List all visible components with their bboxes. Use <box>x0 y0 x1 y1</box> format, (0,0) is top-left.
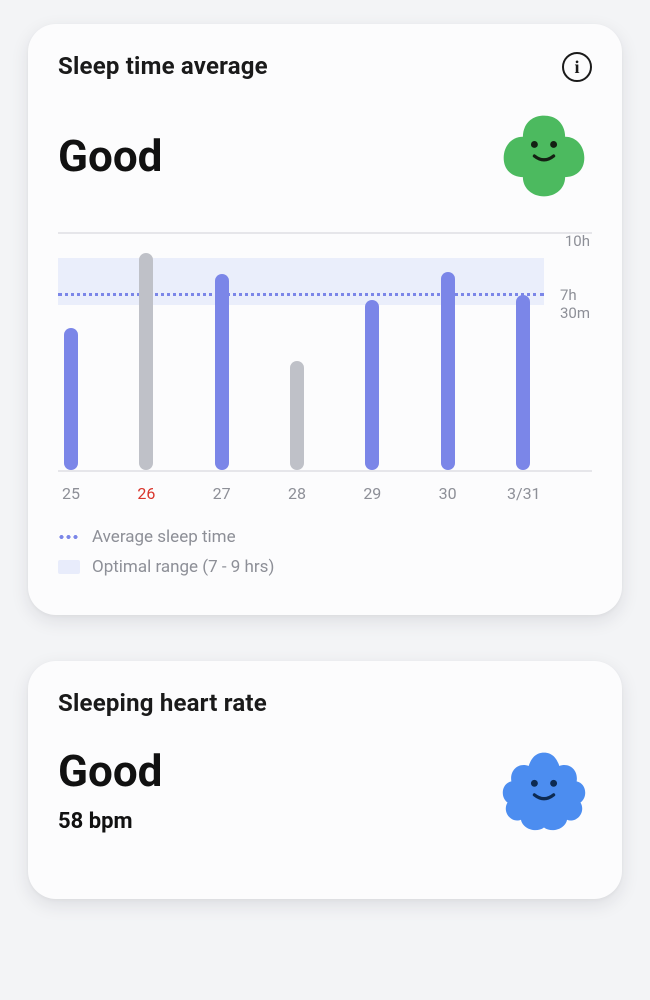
legend-avg: Average sleep time <box>58 527 592 547</box>
chart-plot-area: 10h 7h 30m <box>58 232 592 472</box>
rating-label: Good <box>58 748 162 794</box>
y-tick-max: 10h <box>565 232 590 250</box>
dotted-line-icon <box>58 535 80 539</box>
bar-slot <box>441 234 455 470</box>
bar-slot <box>516 234 530 470</box>
chart-legend: Average sleep time Optimal range (7 - 9 … <box>58 527 592 577</box>
x-tick: 25 <box>55 484 87 503</box>
sleep-chart: 10h 7h 30m 25 26 27 28 29 30 3/31 Average slee… <box>58 232 592 577</box>
card-title: Sleeping heart rate <box>58 689 267 717</box>
heart-rate-value: 58 bpm <box>58 809 162 834</box>
x-tick: 28 <box>281 484 313 503</box>
bar-slot <box>215 234 229 470</box>
legend-opt: Optimal range (7 - 9 hrs) <box>58 557 592 577</box>
bar-slot <box>64 234 78 470</box>
x-tick: 30 <box>432 484 464 503</box>
bar[interactable] <box>290 361 304 470</box>
clover-mascot-icon <box>496 108 592 204</box>
cloud-mascot-icon <box>496 743 592 839</box>
bar[interactable] <box>441 272 455 470</box>
rating-row: Good 58 bpm <box>58 743 592 839</box>
sleep-time-card: Sleep time average i Good 10h 7h <box>28 24 622 615</box>
x-tick: 29 <box>356 484 388 503</box>
bar-slot <box>365 234 379 470</box>
rating-row: Good <box>58 108 592 204</box>
x-tick: 3/31 <box>507 484 539 503</box>
rating-label: Good <box>58 133 162 179</box>
card-header: Sleep time average i <box>58 52 592 82</box>
bar[interactable] <box>139 253 153 470</box>
legend-avg-label: Average sleep time <box>92 527 236 547</box>
bar[interactable] <box>365 300 379 470</box>
info-icon[interactable]: i <box>562 52 592 82</box>
legend-opt-label: Optimal range (7 - 9 hrs) <box>92 557 274 577</box>
bar-slot <box>139 234 153 470</box>
card-header: Sleeping heart rate <box>58 689 592 717</box>
x-axis: 25 26 27 28 29 30 3/31 <box>58 472 536 503</box>
bars-container <box>58 234 536 470</box>
heart-rate-card: Sleeping heart rate Good 58 bpm <box>28 661 622 899</box>
y-tick-avg: 7h 30m <box>560 286 590 322</box>
bar[interactable] <box>516 295 530 470</box>
bar-slot <box>290 234 304 470</box>
band-swatch-icon <box>58 560 80 574</box>
bar[interactable] <box>215 274 229 470</box>
bar[interactable] <box>64 328 78 470</box>
card-title: Sleep time average <box>58 52 268 80</box>
x-tick: 27 <box>206 484 238 503</box>
x-tick: 26 <box>130 484 162 503</box>
